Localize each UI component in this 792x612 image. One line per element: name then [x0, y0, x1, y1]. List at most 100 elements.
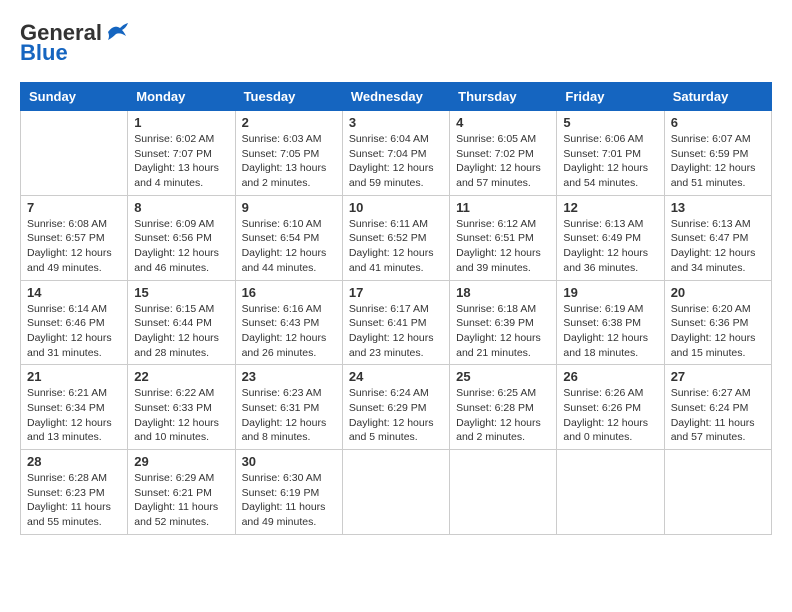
calendar-week-row-5: 28 Sunrise: 6:28 AMSunset: 6:23 PMDayligh…: [21, 450, 772, 535]
weekday-header-saturday: Saturday: [664, 83, 771, 111]
day-number: 4: [456, 115, 550, 130]
logo-blue: Blue: [20, 40, 68, 66]
weekday-header-tuesday: Tuesday: [235, 83, 342, 111]
day-number: 9: [242, 200, 336, 215]
day-number: 17: [349, 285, 443, 300]
day-number: 21: [27, 369, 121, 384]
weekday-header-wednesday: Wednesday: [342, 83, 449, 111]
day-info: Sunrise: 6:29 AMSunset: 6:21 PMDaylight:…: [134, 471, 228, 530]
calendar-cell: 7 Sunrise: 6:08 AMSunset: 6:57 PMDaylight…: [21, 195, 128, 280]
day-info: Sunrise: 6:09 AMSunset: 6:56 PMDaylight:…: [134, 217, 228, 276]
day-info: Sunrise: 6:23 AMSunset: 6:31 PMDaylight:…: [242, 386, 336, 445]
calendar-header-row: SundayMondayTuesdayWednesdayThursdayFrid…: [21, 83, 772, 111]
day-number: 1: [134, 115, 228, 130]
calendar-cell: 18 Sunrise: 6:18 AMSunset: 6:39 PMDayligh…: [450, 280, 557, 365]
calendar-cell: 14 Sunrise: 6:14 AMSunset: 6:46 PMDayligh…: [21, 280, 128, 365]
calendar-cell: 19Sunrise: 6:19 AMSunset: 6:38 PMDayligh…: [557, 280, 664, 365]
calendar-cell: 10 Sunrise: 6:11 AMSunset: 6:52 PMDayligh…: [342, 195, 449, 280]
day-info: Sunrise: 6:02 AMSunset: 7:07 PMDaylight:…: [134, 132, 228, 191]
day-info: Sunrise: 6:14 AMSunset: 6:46 PMDaylight:…: [27, 302, 121, 361]
day-info: Sunrise: 6:08 AMSunset: 6:57 PMDaylight:…: [27, 217, 121, 276]
day-info: Sunrise: 6:21 AMSunset: 6:34 PMDaylight:…: [27, 386, 121, 445]
day-number: 11: [456, 200, 550, 215]
day-info: Sunrise: 6:11 AMSunset: 6:52 PMDaylight:…: [349, 217, 443, 276]
calendar-cell: [664, 450, 771, 535]
calendar-cell: 29Sunrise: 6:29 AMSunset: 6:21 PMDayligh…: [128, 450, 235, 535]
day-info: Sunrise: 6:04 AMSunset: 7:04 PMDaylight:…: [349, 132, 443, 191]
day-info: Sunrise: 6:25 AMSunset: 6:28 PMDaylight:…: [456, 386, 550, 445]
day-info: Sunrise: 6:12 AMSunset: 6:51 PMDaylight:…: [456, 217, 550, 276]
day-number: 20: [671, 285, 765, 300]
day-info: Sunrise: 6:24 AMSunset: 6:29 PMDaylight:…: [349, 386, 443, 445]
weekday-header-friday: Friday: [557, 83, 664, 111]
day-number: 24: [349, 369, 443, 384]
calendar-table: SundayMondayTuesdayWednesdayThursdayFrid…: [20, 82, 772, 535]
day-info: Sunrise: 6:13 AMSunset: 6:47 PMDaylight:…: [671, 217, 765, 276]
day-number: 2: [242, 115, 336, 130]
page-header: General Blue: [20, 20, 772, 66]
day-info: Sunrise: 6:22 AMSunset: 6:33 PMDaylight:…: [134, 386, 228, 445]
day-info: Sunrise: 6:05 AMSunset: 7:02 PMDaylight:…: [456, 132, 550, 191]
day-number: 16: [242, 285, 336, 300]
day-info: Sunrise: 6:30 AMSunset: 6:19 PMDaylight:…: [242, 471, 336, 530]
calendar-cell: 6 Sunrise: 6:07 AMSunset: 6:59 PMDaylight…: [664, 111, 771, 196]
day-number: 12: [563, 200, 657, 215]
calendar-cell: 17 Sunrise: 6:17 AMSunset: 6:41 PMDayligh…: [342, 280, 449, 365]
calendar-week-row-4: 21 Sunrise: 6:21 AMSunset: 6:34 PMDayligh…: [21, 365, 772, 450]
day-info: Sunrise: 6:07 AMSunset: 6:59 PMDaylight:…: [671, 132, 765, 191]
calendar-week-row-1: 1 Sunrise: 6:02 AMSunset: 7:07 PMDaylight…: [21, 111, 772, 196]
day-info: Sunrise: 6:28 AMSunset: 6:23 PMDaylight:…: [27, 471, 121, 530]
calendar-cell: 25 Sunrise: 6:25 AMSunset: 6:28 PMDayligh…: [450, 365, 557, 450]
calendar-cell: [342, 450, 449, 535]
day-number: 25: [456, 369, 550, 384]
day-number: 23: [242, 369, 336, 384]
day-number: 30: [242, 454, 336, 469]
calendar-cell: 8 Sunrise: 6:09 AMSunset: 6:56 PMDaylight…: [128, 195, 235, 280]
calendar-cell: 12Sunrise: 6:13 AMSunset: 6:49 PMDayligh…: [557, 195, 664, 280]
day-info: Sunrise: 6:27 AMSunset: 6:24 PMDaylight:…: [671, 386, 765, 445]
calendar-cell: [21, 111, 128, 196]
calendar-cell: 26 Sunrise: 6:26 AMSunset: 6:26 PMDayligh…: [557, 365, 664, 450]
day-info: Sunrise: 6:17 AMSunset: 6:41 PMDaylight:…: [349, 302, 443, 361]
day-info: Sunrise: 6:19 AMSunset: 6:38 PMDaylight:…: [563, 302, 657, 361]
day-number: 28: [27, 454, 121, 469]
calendar-cell: 2 Sunrise: 6:03 AMSunset: 7:05 PMDaylight…: [235, 111, 342, 196]
day-info: Sunrise: 6:16 AMSunset: 6:43 PMDaylight:…: [242, 302, 336, 361]
weekday-header-thursday: Thursday: [450, 83, 557, 111]
day-number: 18: [456, 285, 550, 300]
calendar-cell: 11 Sunrise: 6:12 AMSunset: 6:51 PMDayligh…: [450, 195, 557, 280]
calendar-cell: 15Sunrise: 6:15 AMSunset: 6:44 PMDayligh…: [128, 280, 235, 365]
day-info: Sunrise: 6:03 AMSunset: 7:05 PMDaylight:…: [242, 132, 336, 191]
day-info: Sunrise: 6:10 AMSunset: 6:54 PMDaylight:…: [242, 217, 336, 276]
calendar-cell: 9 Sunrise: 6:10 AMSunset: 6:54 PMDaylight…: [235, 195, 342, 280]
day-info: Sunrise: 6:20 AMSunset: 6:36 PMDaylight:…: [671, 302, 765, 361]
day-info: Sunrise: 6:18 AMSunset: 6:39 PMDaylight:…: [456, 302, 550, 361]
calendar-cell: [557, 450, 664, 535]
day-number: 8: [134, 200, 228, 215]
day-number: 10: [349, 200, 443, 215]
day-number: 15: [134, 285, 228, 300]
calendar-cell: 16 Sunrise: 6:16 AMSunset: 6:43 PMDayligh…: [235, 280, 342, 365]
calendar-cell: 13 Sunrise: 6:13 AMSunset: 6:47 PMDayligh…: [664, 195, 771, 280]
calendar-cell: 22 Sunrise: 6:22 AMSunset: 6:33 PMDayligh…: [128, 365, 235, 450]
day-number: 6: [671, 115, 765, 130]
calendar-cell: 23 Sunrise: 6:23 AMSunset: 6:31 PMDayligh…: [235, 365, 342, 450]
calendar-cell: 20 Sunrise: 6:20 AMSunset: 6:36 PMDayligh…: [664, 280, 771, 365]
calendar-cell: 5 Sunrise: 6:06 AMSunset: 7:01 PMDaylight…: [557, 111, 664, 196]
logo: General Blue: [20, 20, 128, 66]
weekday-header-sunday: Sunday: [21, 83, 128, 111]
day-number: 5: [563, 115, 657, 130]
calendar-week-row-2: 7 Sunrise: 6:08 AMSunset: 6:57 PMDaylight…: [21, 195, 772, 280]
calendar-cell: 24 Sunrise: 6:24 AMSunset: 6:29 PMDayligh…: [342, 365, 449, 450]
day-number: 7: [27, 200, 121, 215]
calendar-cell: 4 Sunrise: 6:05 AMSunset: 7:02 PMDaylight…: [450, 111, 557, 196]
day-info: Sunrise: 6:26 AMSunset: 6:26 PMDaylight:…: [563, 386, 657, 445]
day-number: 26: [563, 369, 657, 384]
day-info: Sunrise: 6:06 AMSunset: 7:01 PMDaylight:…: [563, 132, 657, 191]
day-number: 22: [134, 369, 228, 384]
day-number: 14: [27, 285, 121, 300]
day-number: 3: [349, 115, 443, 130]
calendar-cell: 27Sunrise: 6:27 AMSunset: 6:24 PMDayligh…: [664, 365, 771, 450]
day-number: 13: [671, 200, 765, 215]
calendar-cell: [450, 450, 557, 535]
